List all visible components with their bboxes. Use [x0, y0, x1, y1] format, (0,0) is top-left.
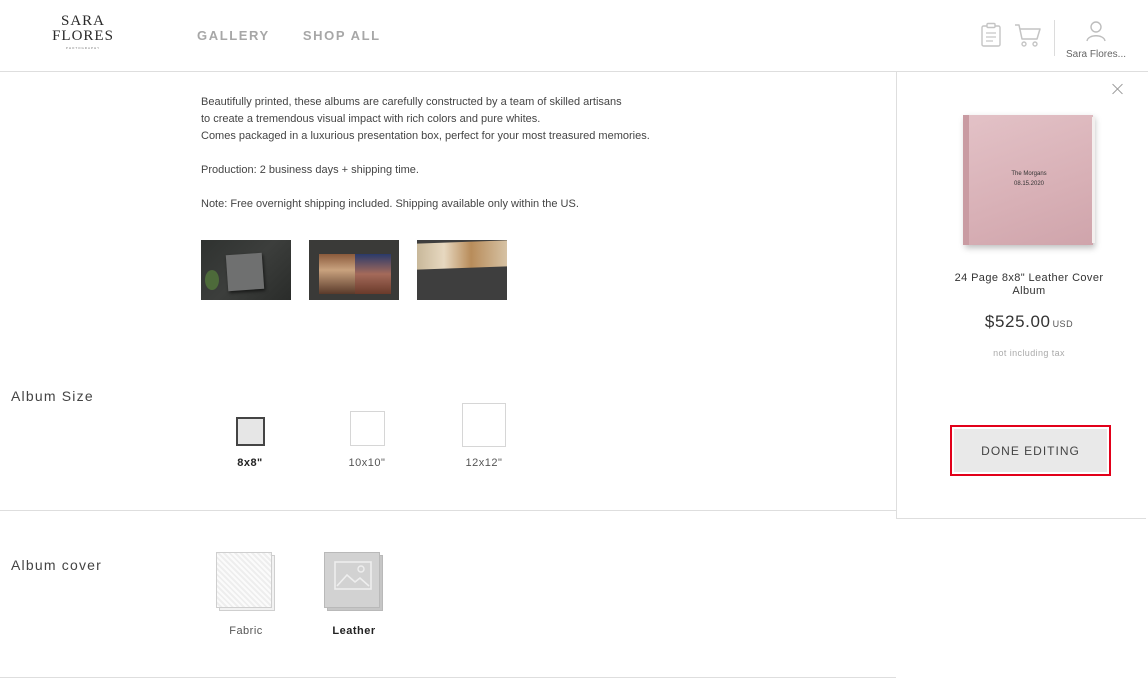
size-option-12x12-swatch[interactable]	[462, 403, 506, 447]
size-option-8x8-swatch[interactable]	[236, 417, 265, 446]
description-line: Comes packaged in a luxurious presentati…	[201, 130, 650, 142]
album-cover-label: Album cover	[11, 557, 103, 573]
shipping-note: Note: Free overnight shipping included. …	[201, 198, 579, 210]
logo-line-2: FLORES	[52, 28, 114, 44]
cover-option-fabric[interactable]: Fabric	[216, 625, 276, 637]
album-preview-image: The Morgans 08.15.2020	[963, 112, 1095, 248]
thumbnail-album-closed[interactable]	[201, 240, 291, 300]
logo-line-1: SARA	[60, 13, 105, 29]
price-currency: USD	[1052, 319, 1074, 329]
product-title: 24 Page 8x8" Leather Cover Album	[954, 272, 1104, 297]
description-line: Beautifully printed, these albums are ca…	[201, 96, 622, 108]
thumbnail-album-spread[interactable]	[417, 240, 507, 300]
size-label-12x12: 12x12"	[465, 457, 503, 469]
cover-label-fabric: Fabric	[229, 625, 263, 637]
image-placeholder-icon	[334, 561, 372, 590]
production-time: Production: 2 business days + shipping t…	[201, 164, 419, 176]
cart-icon[interactable]	[1014, 22, 1042, 53]
nav-gallery[interactable]: GALLERY	[197, 28, 270, 43]
section-divider	[0, 510, 896, 511]
tax-note: not including tax	[993, 348, 1065, 358]
header-icons	[980, 22, 1042, 53]
clipboard-icon[interactable]	[980, 22, 1002, 53]
size-label-8x8: 8x8"	[237, 457, 263, 469]
section-divider	[0, 677, 896, 678]
logo-line-3: PHOTOGRAPHY	[65, 46, 101, 50]
thumbnail-album-open[interactable]	[309, 240, 399, 300]
description-line: to create a tremendous visual impact wit…	[201, 113, 541, 125]
cover-option-leather[interactable]: Leather	[324, 625, 384, 637]
site-logo[interactable]: SARA FLORES PHOTOGRAPHY	[50, 14, 116, 54]
cover-option-fabric-swatch[interactable]	[216, 552, 275, 611]
product-price: $525.00 USD	[897, 312, 1148, 332]
done-editing-button[interactable]: DONE EDITING	[950, 425, 1111, 476]
size-option-10x10-swatch[interactable]	[350, 411, 385, 446]
size-option-10x10[interactable]: 10x10"	[337, 457, 397, 469]
order-summary-panel: The Morgans 08.15.2020 24 Page 8x8" Leat…	[896, 72, 1146, 519]
cover-label-leather: Leather	[332, 625, 376, 637]
album-size-label: Album Size	[11, 388, 94, 404]
cover-text-line-1: The Morgans	[1011, 171, 1047, 177]
close-icon[interactable]	[1110, 81, 1126, 97]
cover-option-leather-swatch[interactable]	[324, 552, 383, 611]
main-nav: GALLERY SHOP ALL	[197, 28, 381, 43]
size-option-8x8[interactable]: 8x8"	[220, 457, 280, 469]
product-description: Beautifully printed, these albums are ca…	[201, 94, 650, 213]
price-amount: $525.00	[984, 312, 1051, 331]
account-name: Sara Flores...	[1065, 49, 1127, 60]
size-option-12x12[interactable]: 12x12"	[454, 457, 514, 469]
done-editing-label: DONE EDITING	[954, 429, 1107, 472]
user-icon	[1085, 21, 1107, 46]
cover-text-line-2: 08.15.2020	[1013, 181, 1045, 187]
header-divider	[1054, 20, 1055, 56]
size-label-10x10: 10x10"	[348, 457, 386, 469]
nav-shop-all[interactable]: SHOP ALL	[303, 28, 381, 43]
account-menu[interactable]: Sara Flores...	[1061, 20, 1131, 60]
site-header: SARA FLORES PHOTOGRAPHY GALLERY SHOP ALL	[0, 0, 1148, 72]
product-thumbnails	[201, 240, 507, 300]
